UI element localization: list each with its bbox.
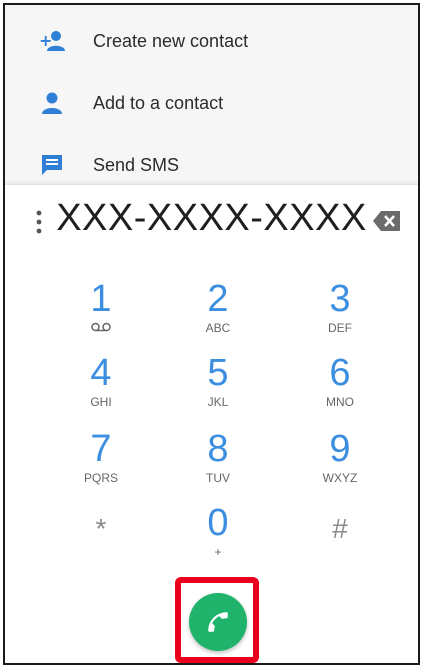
key-2-letters: ABC [205,321,231,335]
message-icon [42,155,62,175]
key-8-digit: 8 [207,428,229,470]
key-4-letters: GHI [90,395,112,409]
key-4-digit: 4 [90,352,112,394]
person-icon [42,92,62,114]
key-9-digit: 9 [329,428,351,470]
key-9-letters: WXYZ [322,471,358,485]
key-4[interactable]: 4 GHI [46,353,156,427]
send-sms-label: Send SMS [93,154,180,175]
key-star-digit: * [95,513,107,544]
key-hash-digit: # [332,513,348,544]
add-person-icon: + [39,31,65,51]
key-6-digit: 6 [329,352,351,394]
key-0[interactable]: 0 + [163,503,273,577]
key-2[interactable]: 2 ABC [163,279,273,353]
key-star[interactable]: * [46,509,156,583]
key-5-letters: JKL [207,395,229,409]
key-8-letters: TUV [206,471,230,485]
key-6-letters: MNO [326,395,354,409]
key-8[interactable]: 8 TUV [163,429,273,503]
key-0-digit: 0 [207,502,229,544]
dialed-number[interactable]: XXX-XXXX-XXXX [5,197,418,240]
key-1[interactable]: 1 [46,279,156,353]
add-to-contact-label: Add to a contact [93,92,224,113]
number-entry-bar: XXX-XXXX-XXXX [5,185,418,259]
key-3[interactable]: 3 DEF [285,279,395,353]
key-0-letters: + [214,545,222,559]
create-new-contact-item[interactable]: + Create new contact [5,13,418,69]
voicemail-icon [91,322,111,332]
key-5-digit: 5 [207,352,229,394]
key-7-digit: 7 [90,428,112,470]
backspace-icon[interactable] [372,209,402,233]
suggestion-list: + Create new contact Add to a contact Se… [5,5,418,185]
call-button[interactable] [189,593,247,651]
key-2-digit: 2 [207,278,229,320]
key-7[interactable]: 7 PQRS [46,429,156,503]
key-1-digit: 1 [90,278,112,320]
add-to-contact-item[interactable]: Add to a contact [5,75,418,131]
key-3-letters: DEF [328,321,352,335]
key-9[interactable]: 9 WXYZ [285,429,395,503]
key-hash[interactable]: # [285,509,395,583]
key-3-digit: 3 [329,278,351,320]
key-6[interactable]: 6 MNO [285,353,395,427]
key-5[interactable]: 5 JKL [163,353,273,427]
phone-icon [208,612,228,632]
phone-screen: + Create new contact Add to a contact Se… [3,3,420,665]
key-7-letters: PQRS [83,471,118,485]
create-new-contact-label: Create new contact [93,30,249,51]
